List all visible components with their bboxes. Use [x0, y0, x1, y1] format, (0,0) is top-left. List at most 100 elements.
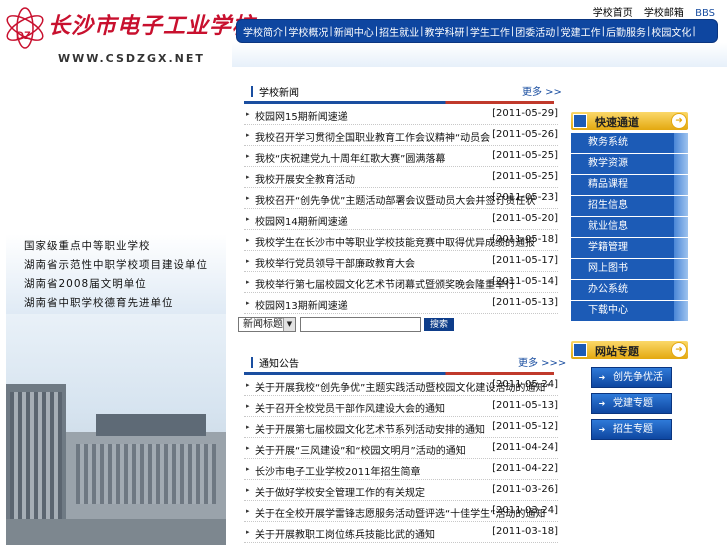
bullet-icon: ▸: [246, 131, 250, 139]
left-banner: 国家级重点中等职业学校 湖南省示范性中职学校项目建设单位 湖南省2008届文明单…: [0, 66, 230, 545]
quick-item[interactable]: 教务系统: [571, 133, 688, 153]
quick-item[interactable]: 网上图书: [571, 259, 688, 279]
website-address: WWW.CSDZGX.NET: [58, 52, 205, 65]
quick-item[interactable]: 就业信息: [571, 217, 688, 237]
top-links: 学校首页 学校邮箱 BBS: [585, 4, 715, 19]
bullet-icon: ▸: [246, 528, 250, 536]
square-icon: [573, 343, 587, 357]
news-item[interactable]: ▸ 我校学生在长沙市中等职业学校技能竞赛中取得优异成绩的通报 [2011-05-18…: [244, 230, 558, 251]
honor-line: 湖南省中职学校德育先进单位: [24, 297, 174, 309]
nav-separator: |: [647, 25, 651, 37]
nav-separator: |: [465, 25, 469, 37]
honor-line: 国家级重点中等职业学校: [24, 240, 151, 252]
news-item[interactable]: ▸ 我校举行党员领导干部廉政教育大会 [2011-05-17]: [244, 251, 558, 272]
emblem-text: DZ: [16, 30, 31, 42]
bullet-icon: ▸: [246, 486, 250, 494]
quick-access-list: 教务系统 教学资源 精品课程 招生信息 就业信息 学籍管理 网上图书 办公系统 …: [571, 133, 688, 322]
arrow-right-icon[interactable]: ➜: [671, 113, 687, 129]
quick-access-header: 快速通道 ➜: [571, 112, 688, 130]
search-scope-select[interactable]: 新闻标题 ▼: [238, 317, 296, 332]
bullet-icon: ▸: [246, 173, 250, 181]
nav-item-party[interactable]: 党建工作: [561, 24, 601, 39]
bullet-icon: ▸: [246, 507, 250, 515]
quick-item[interactable]: 下载中心: [571, 301, 688, 321]
nav-item-intro[interactable]: 学校简介: [243, 24, 283, 39]
nav-item-league[interactable]: 团委活动: [515, 24, 555, 39]
news-item[interactable]: ▸ 我校“庆祝建党九十周年红歌大赛”圆满落幕 [2011-05-25]: [244, 146, 558, 167]
bullet-icon: ▸: [246, 257, 250, 265]
nav-separator: |: [420, 25, 424, 37]
bullet-icon: ▸: [246, 236, 250, 244]
news-list: ▸ 校园网15期新闻速递 [2011-05-29] ▸ 我校召开学习贯彻全国职业教育工…: [244, 104, 558, 314]
top-link-home[interactable]: 学校首页: [593, 8, 633, 19]
quick-item[interactable]: 精品课程: [571, 175, 688, 195]
school-logo[interactable]: DZ 长沙市电子工业学校 WWW.CSDZGX.NET: [0, 0, 254, 66]
nav-separator: |: [556, 25, 560, 37]
nav-separator: |: [329, 25, 333, 37]
notice-item[interactable]: ▸ 关于开展第七届校园文化艺术节系列活动安排的通知 [2011-05-12]: [244, 417, 558, 438]
quick-item[interactable]: 招生信息: [571, 196, 688, 216]
quick-item[interactable]: 办公系统: [571, 280, 688, 300]
news-more-link[interactable]: 更多 >>: [522, 83, 562, 98]
news-item[interactable]: ▸ 我校开展安全教育活动 [2011-05-25]: [244, 167, 558, 188]
nav-separator: |: [510, 25, 515, 37]
topic-button-enrollment[interactable]: ➜ 招生专题: [591, 419, 672, 440]
nav-item-teaching[interactable]: 教学科研: [425, 24, 465, 39]
bullet-icon: ▸: [246, 465, 250, 473]
notice-item[interactable]: ▸ 关于在全校开展学雷锋志愿服务活动暨评选“十佳学生”活动的通知 [2011-03-…: [244, 501, 558, 522]
bullet-icon: ▸: [246, 381, 250, 389]
topics-header: 网站专题 ➜: [571, 341, 688, 359]
news-item[interactable]: ▸ 校园网14期新闻速递 [2011-05-20]: [244, 209, 558, 230]
nav-separator: |: [374, 25, 379, 37]
nav-item-logistics[interactable]: 后勤服务: [606, 24, 646, 39]
search-button[interactable]: 搜索: [424, 318, 454, 331]
bullet-icon: ▸: [246, 444, 250, 452]
notice-item[interactable]: ▸ 长沙市电子工业学校2011年招生简章 [2011-04-22]: [244, 459, 558, 480]
news-item[interactable]: ▸ 我校召开学习贯彻全国职业教育工作会议精神“动员会 [2011-05-26]: [244, 125, 558, 146]
arrow-right-icon: ➜: [598, 399, 606, 408]
news-item[interactable]: ▸ 我校举行第七届校园文化艺术节闭幕式暨颁奖晚会隆重举行 [2011-05-14]: [244, 272, 558, 293]
bullet-icon: ▸: [246, 278, 250, 286]
quick-item[interactable]: 学籍管理: [571, 238, 688, 258]
notice-item[interactable]: ▸ 关于开展教职工岗位练兵技能比武的通知 [2011-03-18]: [244, 522, 558, 543]
school-emblem-icon: DZ: [6, 7, 44, 49]
news-item[interactable]: ▸ 我校召开“创先争优”主题活动部署会议暨动员大会并签订责任状 [2011-05-2…: [244, 188, 558, 209]
school-name: 长沙市电子工业学校: [48, 13, 256, 39]
notices-section-title: 通知公告: [251, 355, 299, 370]
nav-separator: |: [601, 25, 605, 37]
news-item[interactable]: ▸ 校园网13期新闻速递 [2011-05-13]: [244, 293, 558, 314]
notice-item[interactable]: ▸ 关于召开全校党员干部作风建设大会的通知 [2011-05-13]: [244, 396, 558, 417]
nav-item-enrollment[interactable]: 招生就业: [379, 24, 419, 39]
arrow-right-icon[interactable]: ➜: [671, 342, 687, 358]
bullet-icon: ▸: [246, 152, 250, 160]
nav-item-students[interactable]: 学生工作: [470, 24, 510, 39]
top-link-mail[interactable]: 学校邮箱: [644, 8, 684, 19]
search-input[interactable]: [300, 317, 421, 332]
main-nav: 学校简介 | 学校概况 | 新闻中心 | 招生就业 | 教学科研 | 学生工作 | 团委活动…: [236, 19, 718, 43]
arrow-right-icon: ➜: [598, 425, 606, 434]
quick-item[interactable]: 教学资源: [571, 154, 688, 174]
honor-line: 湖南省2008届文明单位: [24, 278, 147, 290]
topic-button-party[interactable]: ➜ 党建专题: [591, 393, 672, 414]
news-item[interactable]: ▸ 校园网15期新闻速递 [2011-05-29]: [244, 104, 558, 125]
notices-list: ▸ 关于开展我校“创先争优”主题实践活动暨校园文化建设活动的通知” [2011-05…: [244, 375, 558, 543]
square-icon: [573, 114, 587, 128]
bullet-icon: ▸: [246, 194, 250, 202]
nav-item-culture[interactable]: 校园文化: [651, 24, 691, 39]
nav-item-overview[interactable]: 学校概况: [288, 24, 328, 39]
bullet-icon: ▸: [246, 423, 250, 431]
nav-separator: |: [284, 25, 288, 37]
top-link-bbs[interactable]: BBS: [695, 8, 715, 19]
chevron-down-icon: ▼: [283, 318, 295, 331]
bullet-icon: ▸: [246, 299, 250, 307]
notice-item[interactable]: ▸ 关于开展“三风建设”和“校园文明月”活动的通知 [2011-04-24]: [244, 438, 558, 459]
notice-item[interactable]: ▸ 关于开展我校“创先争优”主题实践活动暨校园文化建设活动的通知” [2011-05…: [244, 375, 558, 396]
notice-item[interactable]: ▸ 关于做好学校安全管理工作的有关规定 [2011-03-26]: [244, 480, 558, 501]
nav-item-news[interactable]: 新闻中心: [334, 24, 374, 39]
topic-button-excellence[interactable]: ➜创先争优活动: [591, 367, 672, 402]
bullet-icon: ▸: [246, 402, 250, 410]
notices-more-link[interactable]: 更多 >>>: [518, 354, 566, 369]
honors-panel: 国家级重点中等职业学校 湖南省示范性中职学校项目建设单位 湖南省2008届文明单…: [6, 234, 226, 314]
bullet-icon: ▸: [246, 110, 250, 118]
bullet-icon: ▸: [246, 215, 250, 223]
